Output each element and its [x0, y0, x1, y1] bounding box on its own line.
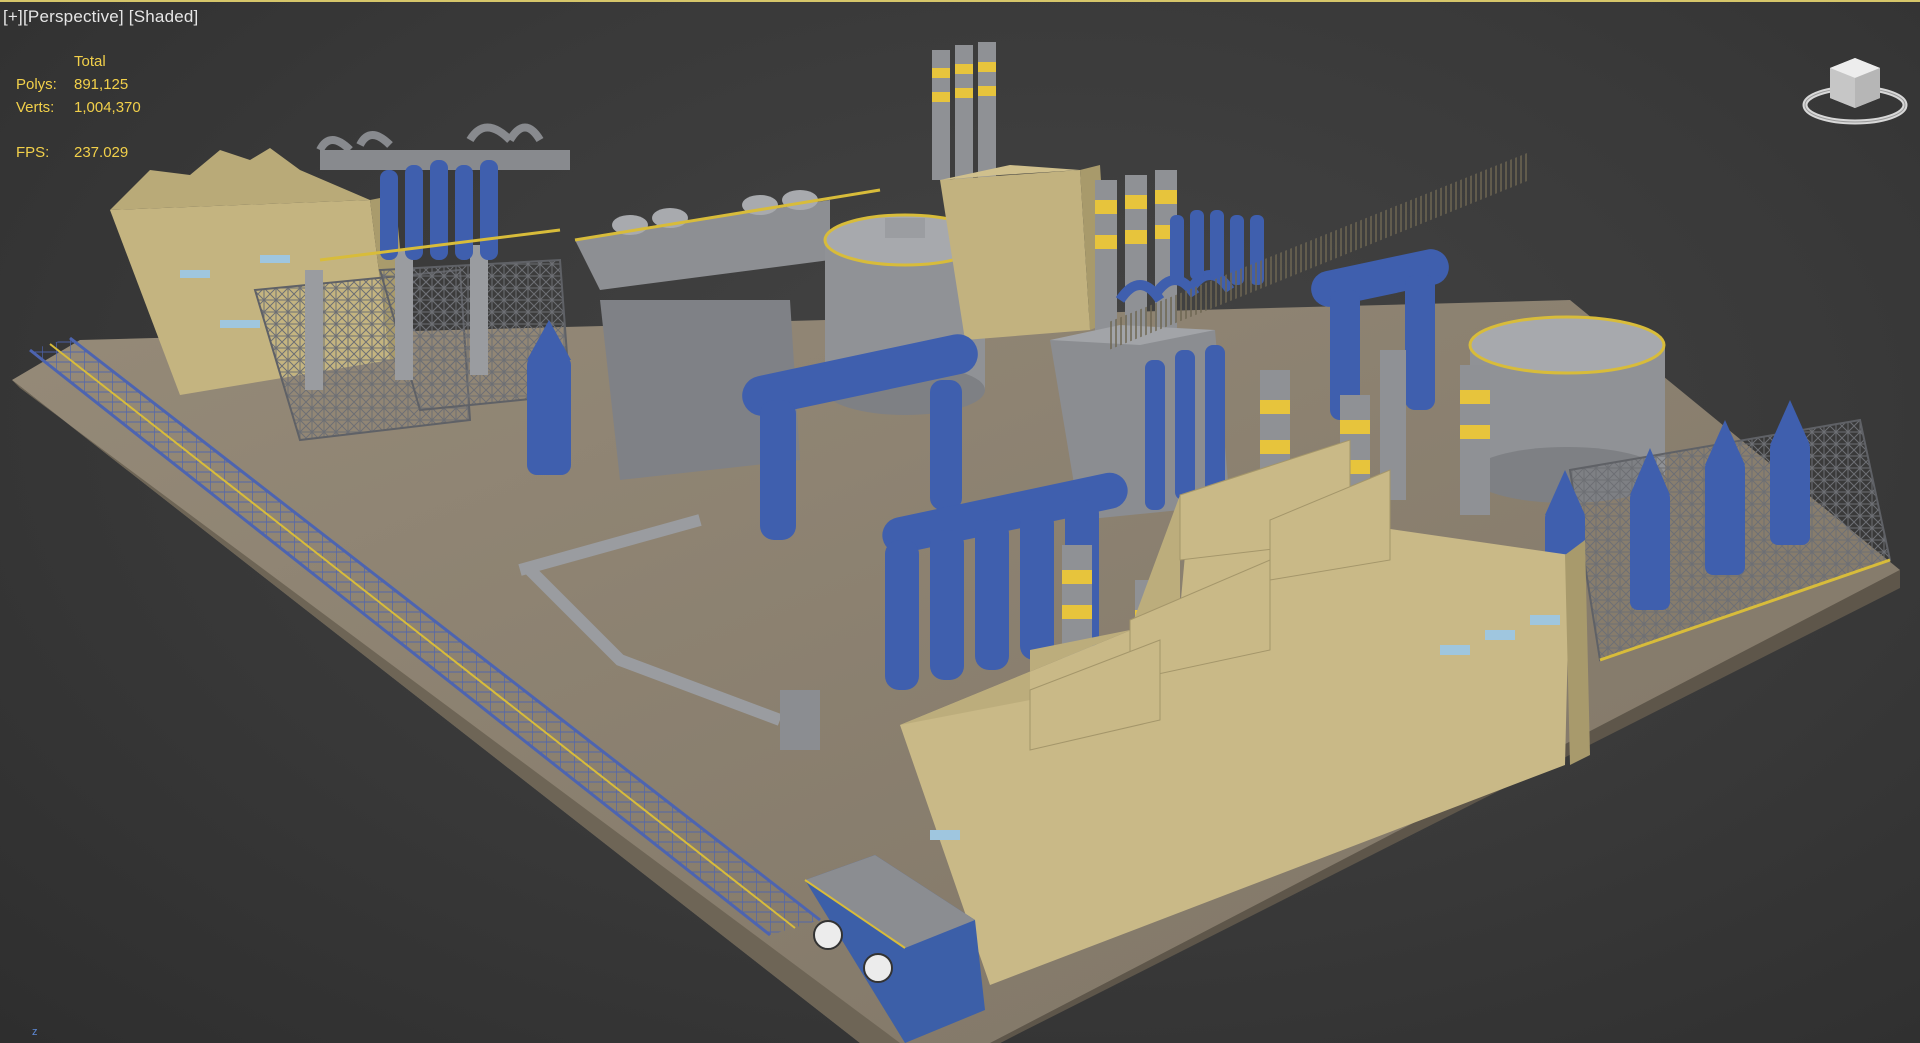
perspective-viewport[interactable]: [+][Perspective] [Shaded] Total Polys: 89…	[0, 0, 1920, 1043]
viewport-point-of-view-menu[interactable]: [Perspective]	[23, 7, 124, 26]
viewport-label-menu[interactable]: [+][Perspective] [Shaded]	[3, 7, 198, 27]
viewport-general-menu[interactable]: [+]	[3, 7, 23, 26]
active-viewport-border	[0, 0, 1920, 2]
viewcube-icon[interactable]	[1800, 50, 1910, 130]
statistics-overlay: Total Polys: 891,125 Verts: 1,004,370 FPS:…	[16, 50, 141, 164]
fps-label: FPS:	[16, 144, 50, 161]
fps-value: 237.029	[74, 144, 129, 161]
verts-value: 1,004,370	[74, 99, 141, 116]
viewport-shading-menu[interactable]: [Shaded]	[129, 7, 199, 26]
scene-render[interactable]	[0, 0, 1920, 1043]
axis-tripod-icon: z	[32, 1026, 38, 1038]
stats-header: Total	[74, 53, 106, 70]
chimney-stacks-top	[932, 42, 996, 180]
polys-label: Polys:	[16, 76, 57, 93]
polys-value: 891,125	[74, 76, 129, 93]
building-mid	[940, 165, 1110, 340]
verts-label: Verts:	[16, 99, 55, 116]
